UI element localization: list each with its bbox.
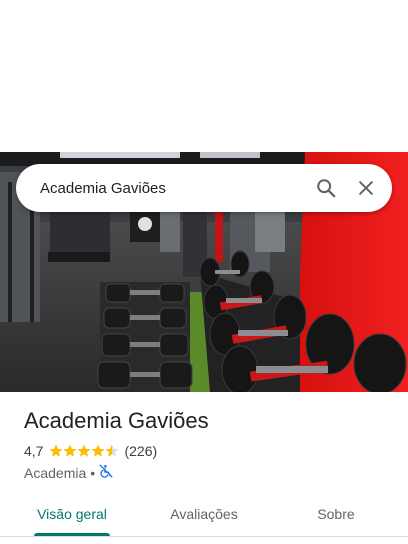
map-blank-area [0,0,408,152]
category-row: Academia • [24,464,113,481]
star-icon [91,444,105,457]
star-icon-row [49,444,119,457]
tab-about[interactable]: Sobre [288,492,384,536]
search-input[interactable]: Academia Gaviões [40,180,306,197]
star-icon [77,444,91,457]
search-icon[interactable] [306,168,346,208]
rating-value: 4,7 [24,443,44,459]
category-label: Academia [24,464,87,481]
tab-overview[interactable]: Visão geral [24,492,120,536]
review-count[interactable]: (226) [124,443,157,459]
rating-stars [49,444,119,458]
place-title: Academia Gaviões [24,408,209,433]
place-tabs: Visão geral Avaliações Sobre [0,492,408,536]
close-icon[interactable] [346,168,386,208]
tabs-divider [0,536,408,537]
separator-dot: • [90,464,96,481]
search-bar[interactable]: Academia Gaviões [16,164,392,212]
half-star-icon [105,444,119,457]
not-wheelchair-accessible-icon [99,464,113,481]
tab-reviews[interactable]: Avaliações [156,492,252,536]
star-icon [49,444,63,457]
star-icon [63,444,77,457]
place-screen: Academia Gaviões Academia Gaviões 4,7 (2… [0,0,408,544]
rating-row[interactable]: 4,7 (226) [24,443,157,459]
